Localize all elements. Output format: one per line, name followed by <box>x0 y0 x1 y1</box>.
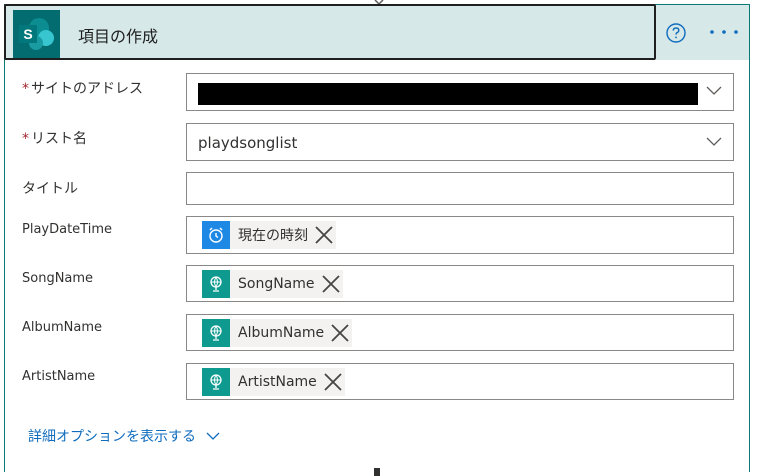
question-circle-icon[interactable] <box>665 22 687 44</box>
close-icon <box>331 324 349 342</box>
chevron-down-icon <box>206 432 220 440</box>
alarm-clock-icon <box>202 221 230 249</box>
remove-token-button[interactable] <box>319 272 343 296</box>
title-label: タイトル <box>22 181 78 197</box>
action-header[interactable]: S 項目の作成 <box>4 4 656 60</box>
close-icon <box>324 373 342 391</box>
more-ellipsis-icon[interactable] <box>708 28 740 36</box>
close-icon <box>321 275 340 293</box>
token-label: ArtistName <box>238 374 317 390</box>
globe-pin-icon <box>202 368 230 396</box>
song-name-label: SongName <box>22 271 94 286</box>
artist-name-label: ArtistName <box>22 369 96 384</box>
song-name-input[interactable]: SongName <box>186 265 734 302</box>
globe-pin-icon <box>202 319 230 347</box>
logo-letter: S <box>23 26 32 42</box>
connector-line <box>374 468 380 476</box>
site-address-label: * サイトのアドレス <box>22 81 143 97</box>
dynamic-token: AlbumName <box>202 319 353 347</box>
dynamic-token: 現在の時刻 <box>202 221 336 249</box>
token-label: SongName <box>238 276 315 292</box>
remove-token-button[interactable] <box>312 223 336 247</box>
site-address-dropdown[interactable] <box>186 73 734 111</box>
list-name-value: playdsonglist <box>198 134 298 152</box>
list-name-dropdown[interactable]: playdsonglist <box>186 123 734 161</box>
play-date-time-input[interactable]: 現在の時刻 <box>186 216 734 254</box>
dynamic-token: ArtistName <box>202 368 345 396</box>
remove-token-button[interactable] <box>321 370 345 394</box>
required-mark: * <box>22 131 29 147</box>
required-mark: * <box>22 81 29 97</box>
album-name-label: AlbumName <box>22 320 103 335</box>
sharepoint-logo-icon: S <box>13 10 60 58</box>
redacted-value <box>198 83 698 105</box>
show-advanced-options-link[interactable]: 詳細オプションを表示する <box>28 426 220 446</box>
token-label: AlbumName <box>238 325 325 341</box>
token-label: 現在の時刻 <box>238 228 308 244</box>
chevron-down-icon <box>706 86 722 95</box>
chevron-down-icon <box>706 137 722 146</box>
action-title: 項目の作成 <box>78 27 159 46</box>
globe-pin-icon <box>202 270 230 298</box>
play-date-time-label: PlayDateTime <box>22 222 112 237</box>
remove-token-button[interactable] <box>328 321 352 345</box>
title-input[interactable] <box>186 172 734 205</box>
album-name-input[interactable]: AlbumName <box>186 314 734 351</box>
list-name-label: * リスト名 <box>22 131 87 147</box>
close-icon <box>315 226 333 244</box>
advanced-options-label: 詳細オプションを表示する <box>28 429 196 445</box>
dynamic-token: SongName <box>202 270 343 298</box>
artist-name-input[interactable]: ArtistName <box>186 363 734 400</box>
